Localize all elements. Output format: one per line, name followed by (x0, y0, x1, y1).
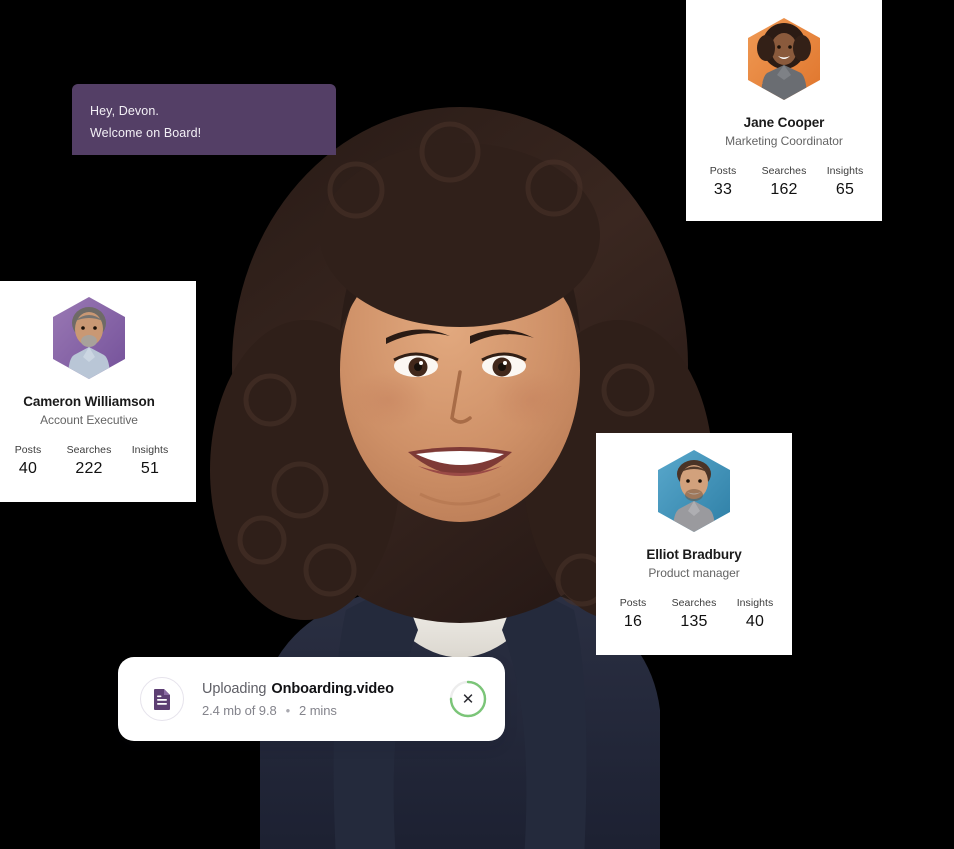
stat-label: Posts (619, 597, 647, 609)
stat-value: 40 (18, 460, 38, 477)
stat-posts: Posts 33 (694, 164, 752, 202)
toast-text: Uploading Onboarding.video 2.4 mb of 9.8 … (202, 681, 443, 718)
stat-value: 51 (140, 460, 160, 477)
profile-role: Account Executive (40, 413, 138, 427)
stat-value: 16 (623, 613, 643, 630)
profile-card-jane-cooper[interactable]: Jane Cooper Marketing Coordinator Posts … (686, 0, 882, 221)
stat-value: 162 (770, 181, 798, 198)
stat-label: Posts (709, 165, 737, 177)
file-badge (140, 677, 184, 721)
profile-card-cameron-williamson[interactable]: Cameron Williamson Account Executive Pos… (0, 281, 196, 502)
stat-label: Posts (14, 444, 42, 456)
avatar (741, 16, 827, 102)
stat-value: 33 (713, 181, 733, 198)
upload-action-label: Uploading (202, 680, 267, 697)
document-icon (154, 689, 170, 710)
stat-insights: Insights 65 (816, 164, 874, 202)
avatar (46, 295, 132, 381)
stats-row: Posts 33 Searches 162 Insights 65 (686, 164, 882, 202)
stat-value: 65 (835, 181, 855, 198)
stats-row: Posts 16 Searches 135 Insights 40 (596, 596, 792, 634)
screenshot-canvas: Hey, Devon. Welcome on Board! Jane Coope… (0, 0, 954, 849)
profile-name: Elliot Bradbury (646, 547, 742, 562)
close-icon: ✕ (461, 690, 475, 708)
stat-label: Insights (736, 597, 774, 609)
profile-role: Product manager (648, 566, 740, 580)
stat-posts: Posts 40 (0, 443, 57, 481)
upload-file-name: Onboarding.video (271, 680, 394, 697)
profile-card-elliot-bradbury[interactable]: Elliot Bradbury Product manager Posts 16… (596, 433, 792, 655)
stat-value: 135 (680, 613, 708, 630)
stat-searches: Searches 162 (752, 164, 816, 202)
welcome-greeting: Hey, Devon. (90, 104, 159, 118)
upload-status-line: Uploading Onboarding.video (202, 681, 443, 697)
stat-label: Searches (671, 597, 717, 609)
stat-label: Searches (66, 444, 112, 456)
stat-insights: Insights 40 (726, 596, 784, 634)
stat-insights: Insights 51 (121, 443, 179, 481)
stat-searches: Searches 222 (57, 443, 121, 481)
welcome-banner: Hey, Devon. Welcome on Board! (72, 84, 336, 155)
stat-label: Insights (826, 165, 864, 177)
upload-progress-line: 2.4 mb of 9.8 • 2 mins (202, 703, 443, 718)
upload-toast[interactable]: Uploading Onboarding.video 2.4 mb of 9.8 … (118, 657, 505, 741)
profile-name: Cameron Williamson (23, 394, 155, 409)
separator-dot: • (285, 702, 291, 718)
welcome-message: Welcome on Board! (90, 126, 202, 140)
upload-time-remaining: 2 mins (299, 702, 337, 718)
avatar (651, 448, 737, 534)
stat-value: 222 (75, 460, 103, 477)
profile-name: Jane Cooper (743, 115, 825, 130)
stat-searches: Searches 135 (662, 596, 726, 634)
stats-row: Posts 40 Searches 222 Insights 51 (0, 443, 196, 481)
profile-role: Marketing Coordinator (725, 134, 843, 148)
stat-label: Searches (761, 165, 807, 177)
stat-label: Insights (131, 444, 169, 456)
stat-posts: Posts 16 (604, 596, 662, 634)
stat-value: 40 (745, 613, 765, 630)
cancel-upload-button[interactable]: ✕ (449, 680, 487, 718)
upload-size-progress: 2.4 mb of 9.8 (202, 702, 277, 718)
